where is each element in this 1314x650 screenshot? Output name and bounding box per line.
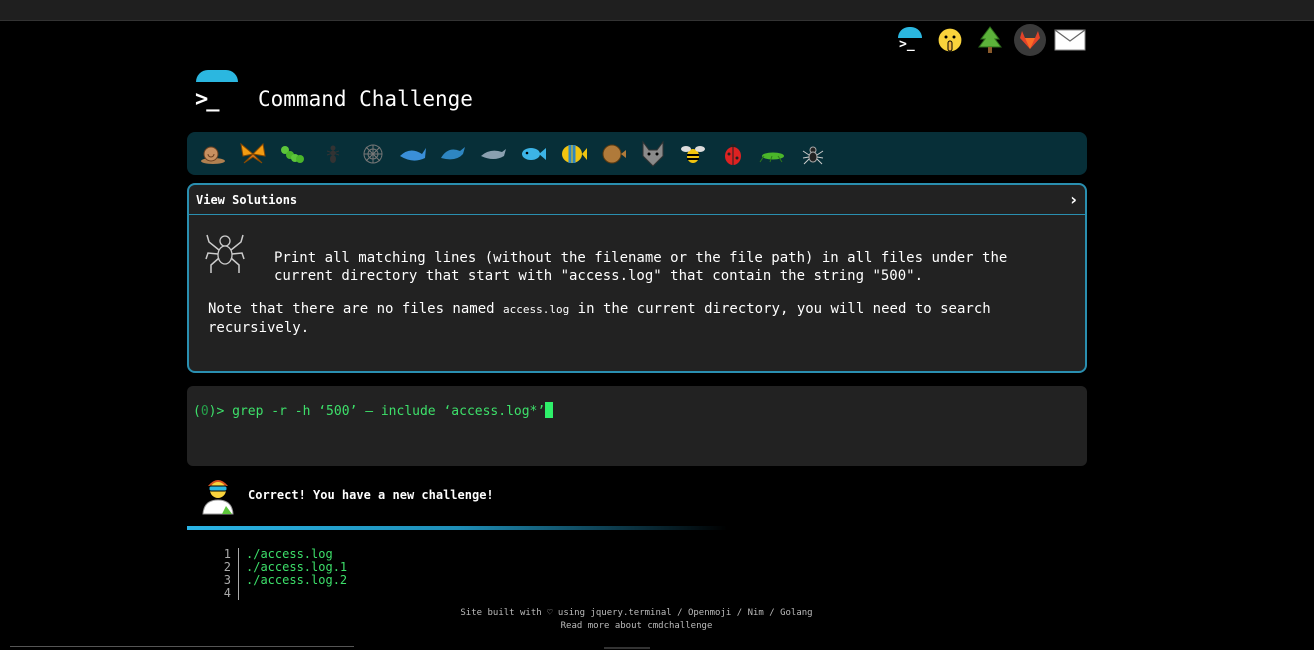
dolphin-grey-icon[interactable] [476, 137, 510, 171]
dolphin-icon[interactable] [436, 137, 470, 171]
bee-icon[interactable] [676, 137, 710, 171]
ladybug-icon[interactable] [716, 137, 750, 171]
challenge-note: Note that there are no files named acces… [208, 300, 1058, 338]
tropical-fish-icon[interactable] [556, 137, 590, 171]
footer-credits[interactable]: Site built with ♡ using jquery.terminal … [0, 607, 1273, 620]
caterpillar-icon[interactable] [276, 137, 310, 171]
progress-divider [187, 526, 727, 530]
top-nav-icons: >_ [894, 24, 1086, 56]
command-text[interactable]: grep -r -h ‘500’ — include ‘access.log*’ [232, 404, 545, 419]
blowfish-icon[interactable] [596, 137, 630, 171]
command-line[interactable]: (0)> grep -r -h ‘500’ — include ‘access.… [193, 402, 1087, 419]
site-title[interactable]: Command Challenge [258, 87, 473, 111]
view-solutions-header[interactable]: View Solutions › [189, 185, 1085, 215]
terminal-icon[interactable]: >_ [894, 24, 926, 56]
footer: Site built with ♡ using jquery.terminal … [0, 607, 1273, 633]
level-bar [187, 132, 1087, 175]
butterfly-icon[interactable] [236, 137, 270, 171]
browser-top-strip [0, 0, 1314, 21]
wolf-icon[interactable] [636, 137, 670, 171]
ant-icon[interactable] [316, 137, 350, 171]
fish-icon[interactable] [516, 137, 550, 171]
scrollbar[interactable] [1303, 21, 1314, 650]
prompt-suffix: )> [208, 404, 233, 419]
prompt-prefix: ( [193, 404, 201, 419]
view-solutions-label[interactable]: View Solutions [196, 193, 297, 207]
spider-icon[interactable] [796, 137, 830, 171]
result-row: Correct! You have a new challenge! [198, 474, 494, 516]
output-row: 3 ./access.log.2 [215, 574, 347, 587]
command-output: 1 ./access.log 2 ./access.log.1 3 ./access.… [215, 548, 347, 600]
note-text-before: Note that there are no files named [208, 301, 504, 317]
gitlab-icon[interactable] [1014, 24, 1046, 56]
challenge-description: Print all matching lines (without the fi… [274, 250, 1008, 284]
terminal-cursor [545, 402, 554, 418]
result-message: Correct! You have a new challenge! [248, 488, 494, 502]
cricket-icon[interactable] [756, 137, 790, 171]
terminal-input[interactable]: (0)> grep -r -h ‘500’ — include ‘access.… [187, 386, 1087, 466]
footer-read-more-link[interactable]: Read more about cmdchallenge [0, 620, 1273, 633]
chevron-right-icon[interactable]: › [1070, 190, 1077, 209]
prompt-return-code: 0 [200, 404, 209, 419]
tree-icon[interactable] [974, 24, 1006, 56]
scientist-avatar-icon [198, 474, 238, 516]
note-code: access.log [503, 303, 570, 316]
whale-icon[interactable] [396, 137, 430, 171]
divider [10, 646, 354, 647]
shushing-face-icon[interactable] [934, 24, 966, 56]
output-row: 4 [215, 587, 347, 600]
spider-icon [205, 229, 245, 275]
site-logo[interactable]: >_ [193, 70, 243, 118]
envelope-icon[interactable] [1054, 24, 1086, 56]
line-number: 4 [215, 587, 239, 600]
snail-icon[interactable] [196, 137, 230, 171]
output-text: ./access.log.2 [246, 573, 348, 587]
spider-web-icon[interactable] [356, 137, 390, 171]
divider [604, 647, 650, 649]
challenge-panel: View Solutions › Print all matching line… [187, 183, 1087, 373]
